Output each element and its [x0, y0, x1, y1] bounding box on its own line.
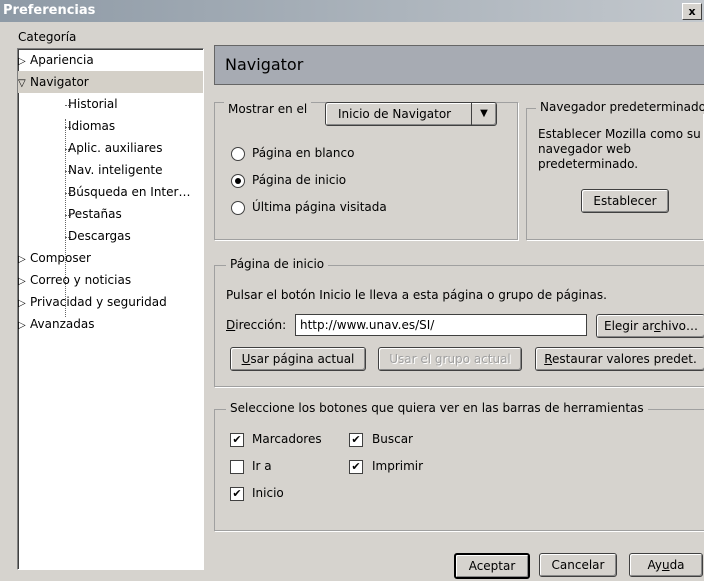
- expand-icon[interactable]: ▷: [18, 51, 30, 71]
- help-button[interactable]: Ayuda: [629, 553, 703, 577]
- default-browser-legend: Navegador predeterminado: [536, 100, 704, 114]
- collapse-icon[interactable]: ▽: [18, 73, 30, 93]
- default-browser-text-3: predeterminado.: [538, 157, 639, 171]
- checkbox-print-label: Imprimir: [372, 459, 424, 473]
- show-group-label: Mostrar en el: [224, 102, 312, 116]
- toolbar-buttons-group: [214, 409, 704, 531]
- toolbar-buttons-legend: Seleccione los botones que quiera ver en…: [226, 401, 648, 415]
- radio-selected-dot: [235, 178, 241, 184]
- checkbox-go-label: Ir a: [252, 459, 272, 473]
- cancel-button[interactable]: Cancelar: [539, 553, 617, 577]
- dropdown-value: Inicio de Navigator: [338, 107, 452, 121]
- tree-item-avanzadas[interactable]: ▷ Avanzadas: [18, 313, 203, 335]
- radio-blank-page[interactable]: [231, 147, 245, 161]
- default-browser-text-2: navegador web: [538, 142, 631, 156]
- expand-icon[interactable]: ▷: [18, 271, 30, 291]
- set-default-button[interactable]: Establecer: [581, 189, 669, 213]
- checkbox-search[interactable]: ✔: [349, 433, 363, 447]
- tree-item-privacidad[interactable]: ▷ Privacidad y seguridad: [18, 291, 203, 313]
- tree-item-navigator[interactable]: ▽ Navigator: [18, 71, 203, 93]
- checkbox-go[interactable]: [230, 460, 244, 474]
- checkbox-bookmarks[interactable]: ✔: [230, 433, 244, 447]
- homepage-legend: Página de inicio: [226, 257, 329, 271]
- panel-title: Navigator: [225, 55, 304, 74]
- checkbox-home-label: Inicio: [252, 486, 284, 500]
- radio-home-label: Página de inicio: [252, 173, 347, 187]
- category-tree[interactable]: ▷ Apariencia ▽ Navigator Historial Idiomas…: [17, 48, 204, 570]
- tree-item-correo[interactable]: ▷ Correo y noticias: [18, 269, 203, 291]
- address-input[interactable]: http://www.unav.es/SI/: [295, 314, 587, 336]
- radio-last-page[interactable]: [231, 201, 245, 215]
- tree-item-apariencia[interactable]: ▷ Apariencia: [18, 49, 203, 71]
- homepage-description: Pulsar el botón Inicio le lleva a esta p…: [226, 288, 607, 302]
- close-button[interactable]: x: [682, 3, 702, 20]
- checkbox-bookmarks-label: Marcadores: [252, 432, 322, 446]
- chevron-down-icon[interactable]: ▼: [471, 103, 496, 125]
- ok-button[interactable]: Aceptar: [454, 553, 530, 579]
- window-title: Preferencias: [3, 3, 96, 18]
- use-current-page-button[interactable]: Usar página actual: [230, 347, 366, 371]
- address-label: Dirección:: [226, 318, 287, 332]
- expand-icon[interactable]: ▷: [18, 293, 30, 313]
- panel-header: Navigator: [214, 45, 704, 85]
- default-browser-text-1: Establecer Mozilla como su: [538, 127, 701, 141]
- expand-icon[interactable]: ▷: [18, 249, 30, 269]
- use-current-group-button[interactable]: Usar el grupo actual: [378, 347, 522, 371]
- restore-defaults-button[interactable]: Restaurar valores predet.: [535, 347, 704, 371]
- radio-blank-label: Página en blanco: [252, 146, 355, 160]
- checkbox-home[interactable]: ✔: [230, 487, 244, 501]
- title-bar: Preferencias x: [0, 0, 704, 22]
- tree-item-composer[interactable]: ▷ Composer: [18, 247, 203, 269]
- start-page-dropdown[interactable]: Inicio de Navigator ▼: [325, 102, 497, 126]
- choose-file-button[interactable]: Elegir archivo…: [596, 314, 704, 338]
- category-label: Categoría: [18, 30, 77, 44]
- radio-last-label: Última página visitada: [252, 200, 387, 214]
- radio-home-page[interactable]: [231, 174, 245, 188]
- checkbox-search-label: Buscar: [372, 432, 413, 446]
- expand-icon[interactable]: ▷: [18, 315, 30, 335]
- checkbox-print[interactable]: ✔: [349, 460, 363, 474]
